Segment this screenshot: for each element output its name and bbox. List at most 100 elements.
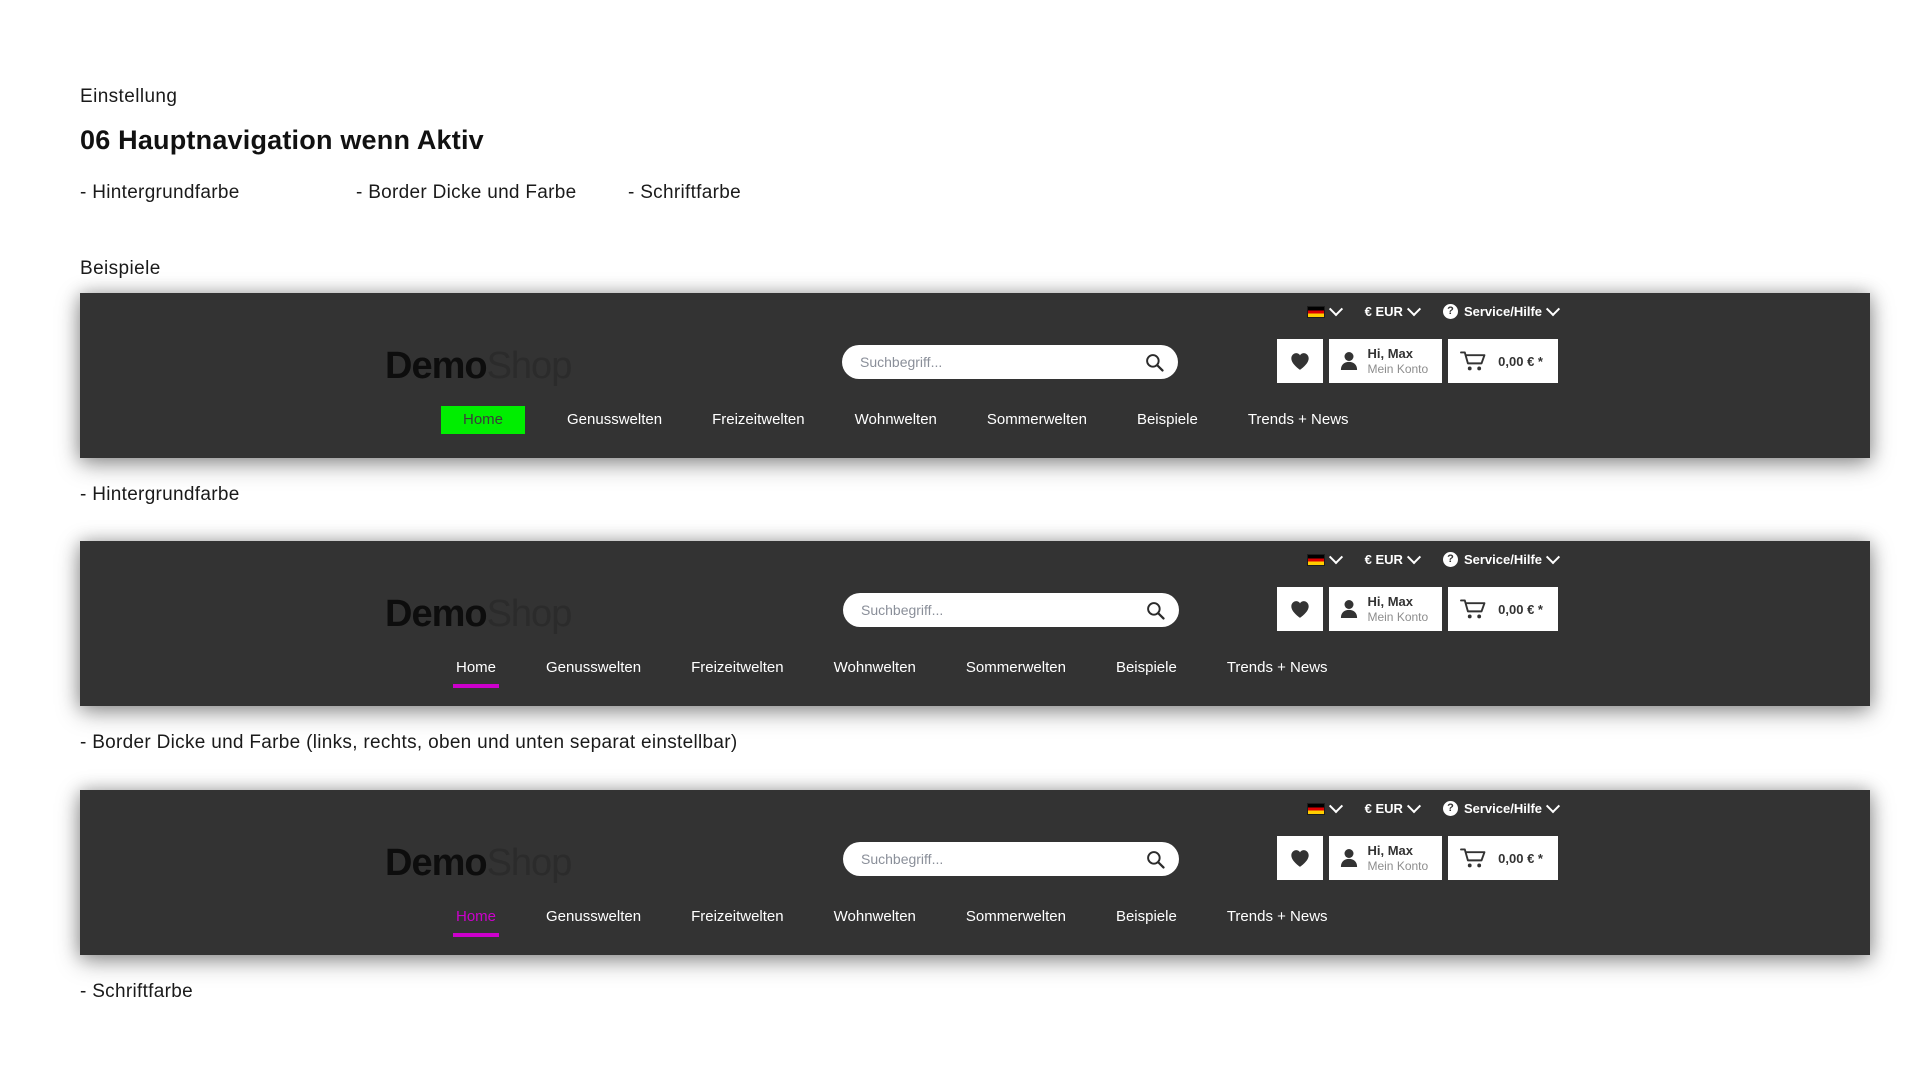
nav-item-beispiele[interactable]: Beispiele (1137, 406, 1198, 434)
heart-icon (1291, 849, 1310, 867)
service-menu[interactable]: ? Service/Hilfe (1442, 549, 1561, 567)
shop-header-variant-border: € EUR ? Service/Hilfe DemoShop Suchbegri… (80, 541, 1870, 706)
heart-icon (1291, 352, 1310, 370)
main-navigation: Home Genusswelten Freizeitwelten Wohnwel… (441, 406, 1349, 434)
nav-item-freizeitwelten[interactable]: Freizeitwelten (691, 903, 784, 931)
eyebrow-label: Einstellung (80, 86, 178, 107)
main-navigation: Home Genusswelten Freizeitwelten Wohnwel… (452, 654, 1328, 688)
search-icon[interactable] (1146, 850, 1165, 869)
search-icon[interactable] (1146, 601, 1165, 620)
shop-logo[interactable]: DemoShop (385, 593, 573, 635)
service-label: Service/Hilfe (1463, 801, 1542, 816)
logo-light-part: Shop (486, 345, 573, 387)
chevron-down-icon (1406, 549, 1422, 564)
bullet-list: - Hintergrundfarbe - Border Dicke und Fa… (80, 182, 1780, 204)
account-labels: Hi, Max Mein Konto (1367, 594, 1428, 623)
cart-amount: 0,00 € * (1498, 353, 1543, 369)
logo-bold-part: Demo (385, 345, 488, 387)
account-button[interactable]: Hi, Max Mein Konto (1329, 587, 1443, 631)
search-bar[interactable] (842, 345, 1178, 379)
search-bar[interactable] (843, 593, 1179, 627)
search-input[interactable] (859, 850, 1146, 868)
examples-label: Beispiele (80, 258, 161, 279)
nav-item-beispiele[interactable]: Beispiele (1116, 654, 1177, 682)
chevron-down-icon (1328, 301, 1343, 316)
search-bar[interactable] (843, 842, 1179, 876)
nav-item-wohnwelten[interactable]: Wohnwelten (855, 406, 937, 434)
wishlist-button[interactable] (1277, 339, 1324, 383)
wishlist-button[interactable] (1277, 587, 1324, 631)
question-mark-icon: ? (1442, 801, 1458, 816)
document-header: Einstellung 06 Hauptnavigation wenn Akti… (80, 84, 1780, 252)
shop-logo[interactable]: DemoShop (385, 842, 573, 884)
chevron-down-icon (1545, 549, 1561, 564)
currency-selector[interactable]: € EUR (1364, 798, 1422, 816)
account-button[interactable]: Hi, Max Mein Konto (1329, 836, 1443, 880)
logo-light-part: Shop (486, 842, 573, 884)
german-flag-icon (1306, 305, 1325, 318)
cart-button[interactable]: 0,00 € * (1448, 339, 1558, 383)
account-button[interactable]: Hi, Max Mein Konto (1329, 339, 1443, 383)
chevron-down-icon (1406, 301, 1422, 316)
language-selector[interactable] (1306, 301, 1343, 318)
service-menu[interactable]: ? Service/Hilfe (1442, 798, 1561, 816)
nav-item-wohnwelten[interactable]: Wohnwelten (834, 654, 916, 682)
logo-light-part: Shop (486, 593, 573, 635)
wishlist-button[interactable] (1277, 836, 1324, 880)
account-subtitle: Mein Konto (1367, 361, 1429, 376)
currency-label: € EUR (1364, 304, 1403, 319)
nav-item-trends-news[interactable]: Trends + News (1248, 406, 1349, 434)
currency-selector[interactable]: € EUR (1365, 549, 1422, 567)
account-subtitle: Mein Konto (1367, 858, 1429, 873)
logo-bold-part: Demo (385, 593, 488, 635)
nav-item-trends-news[interactable]: Trends + News (1227, 903, 1328, 931)
german-flag-icon (1306, 802, 1325, 815)
search-input[interactable] (859, 601, 1146, 619)
nav-item-sommerwelten[interactable]: Sommerwelten (987, 406, 1087, 434)
chevron-down-icon (1328, 549, 1343, 564)
currency-label: € EUR (1364, 801, 1403, 816)
nav-item-genusswelten[interactable]: Genusswelten (546, 903, 641, 931)
bullet-item-font-color: - Schriftfarbe (628, 182, 741, 203)
nav-item-home[interactable]: Home (452, 903, 500, 937)
page-title: 06 Hauptnavigation wenn Aktiv (80, 125, 484, 155)
caption-border: - Border Dicke und Farbe (links, rechts,… (80, 732, 738, 753)
service-label: Service/Hilfe (1463, 304, 1542, 319)
chevron-down-icon (1406, 798, 1422, 813)
nav-item-sommerwelten[interactable]: Sommerwelten (966, 903, 1066, 931)
action-buttons: Hi, Max Mein Konto 0,00 € * (1277, 587, 1558, 631)
account-greeting: Hi, Max (1367, 594, 1413, 610)
nav-item-freizeitwelten[interactable]: Freizeitwelten (712, 406, 805, 434)
shopping-cart-icon (1460, 848, 1486, 868)
nav-item-sommerwelten[interactable]: Sommerwelten (966, 654, 1066, 682)
shopping-cart-icon (1460, 599, 1486, 619)
nav-item-freizeitwelten[interactable]: Freizeitwelten (691, 654, 784, 682)
bullet-item-background-color: - Hintergrundfarbe (80, 182, 240, 203)
nav-item-genusswelten[interactable]: Genusswelten (546, 654, 641, 682)
shop-logo[interactable]: DemoShop (385, 345, 573, 387)
action-buttons: Hi, Max Mein Konto 0,00 € * (1277, 836, 1558, 880)
bullet-item-border: - Border Dicke und Farbe (356, 182, 577, 203)
search-input[interactable] (858, 353, 1145, 371)
cart-button[interactable]: 0,00 € * (1448, 836, 1558, 880)
page-root: Einstellung 06 Hauptnavigation wenn Akti… (0, 0, 1920, 1080)
language-selector[interactable] (1306, 549, 1343, 566)
currency-selector[interactable]: € EUR (1364, 301, 1422, 319)
nav-item-wohnwelten[interactable]: Wohnwelten (834, 903, 916, 931)
person-icon (1341, 849, 1358, 867)
service-menu[interactable]: ? Service/Hilfe (1442, 301, 1561, 319)
utility-row: € EUR ? Service/Hilfe (1306, 301, 1561, 319)
nav-item-home[interactable]: Home (441, 406, 526, 434)
nav-item-genusswelten[interactable]: Genusswelten (567, 406, 662, 434)
nav-item-beispiele[interactable]: Beispiele (1116, 903, 1177, 931)
cart-button[interactable]: 0,00 € * (1448, 587, 1558, 631)
person-icon (1341, 600, 1358, 618)
action-buttons: Hi, Max Mein Konto 0,00 € * (1277, 339, 1558, 383)
service-label: Service/Hilfe (1463, 552, 1542, 567)
cart-amount: 0,00 € * (1498, 850, 1543, 866)
nav-item-home[interactable]: Home (452, 654, 500, 688)
search-icon[interactable] (1145, 353, 1164, 372)
nav-item-trends-news[interactable]: Trends + News (1227, 654, 1328, 682)
utility-row: € EUR ? Service/Hilfe (1306, 798, 1561, 816)
language-selector[interactable] (1306, 798, 1343, 815)
